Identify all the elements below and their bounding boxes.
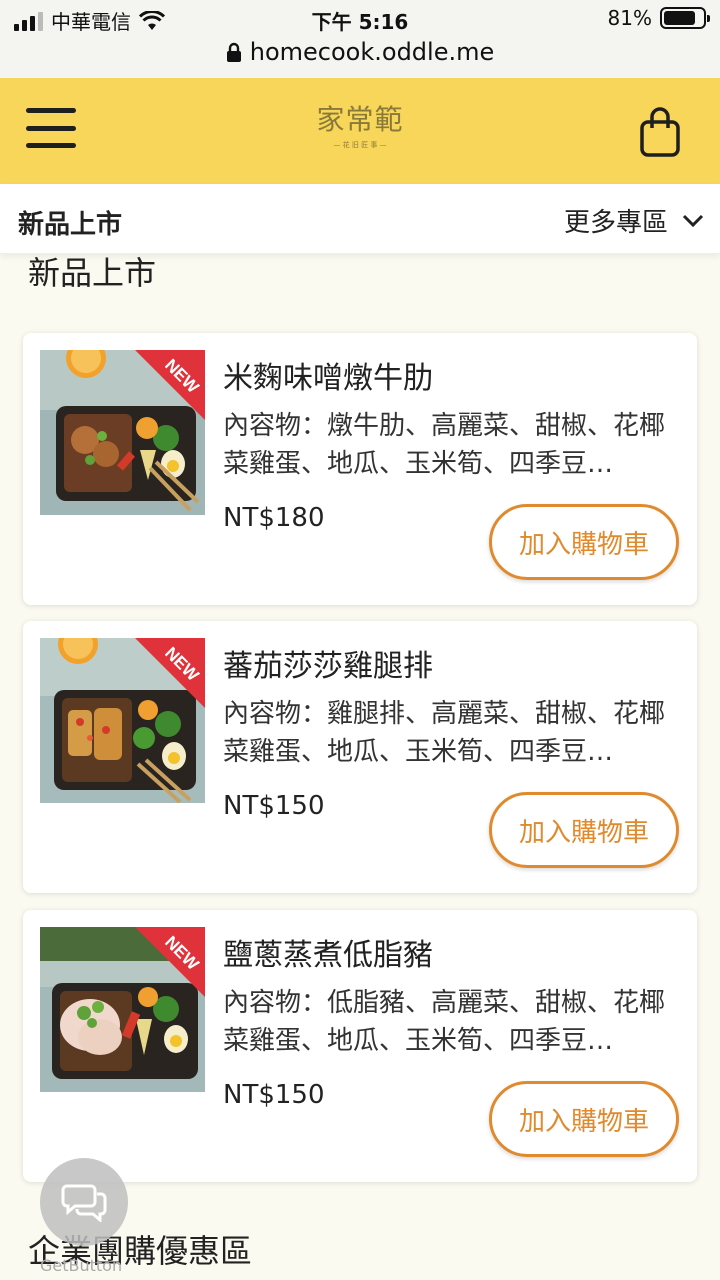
getbutton-label: GetButton [40, 1256, 123, 1275]
product-card[interactable]: NEW 鹽蔥蒸煮低脂豬 內容物：低脂豬、高麗菜、甜椒、花椰菜雞蛋、地瓜、玉米筍、… [23, 910, 697, 1182]
product-image[interactable]: NEW [40, 638, 205, 803]
product-description: 內容物：低脂豬、高麗菜、甜椒、花椰菜雞蛋、地瓜、玉米筍、四季豆… [223, 988, 666, 1056]
food-photo-icon: NEW [40, 638, 205, 803]
status-right: 81% [607, 6, 710, 30]
logo-text: 家常範 [316, 103, 404, 136]
product-image[interactable]: NEW [40, 927, 205, 1092]
product-price: NT$150 [223, 1080, 325, 1110]
url-text: homecook.oddle.me [249, 38, 495, 66]
add-to-cart-button[interactable]: 加入購物車 [489, 1081, 679, 1157]
shopping-bag-icon[interactable] [638, 106, 682, 158]
menu-icon[interactable] [26, 108, 76, 148]
more-categories-label: 更多專區 [563, 208, 668, 238]
chat-bubbles-icon [61, 1184, 107, 1222]
food-photo-icon: NEW [40, 350, 205, 515]
status-bar: 中華電信 下午 5:16 81% homecook.oddle.me [0, 0, 720, 78]
carrier-label: 中華電信 [51, 10, 131, 34]
battery-icon [660, 7, 710, 29]
product-name[interactable]: 米麴味噌燉牛肋 [223, 353, 433, 397]
signal-icon [14, 11, 43, 31]
add-to-cart-button[interactable]: 加入購物車 [489, 504, 679, 580]
current-category[interactable]: 新品上市 [18, 204, 122, 241]
product-card[interactable]: NEW 蕃茄莎莎雞腿排 內容物：雞腿排、高麗菜、甜椒、花椰菜雞蛋、地瓜、玉米筍、… [23, 621, 697, 893]
status-left: 中華電信 [14, 6, 165, 35]
chevron-down-icon [682, 214, 704, 227]
logo-subtext: — 花 旧 匠 事 — [333, 141, 387, 149]
product-card[interactable]: NEW 米麴味噌燉牛肋 內容物：燉牛肋、高麗菜、甜椒、花椰菜雞蛋、地瓜、玉米筍、… [23, 333, 697, 605]
product-description: 內容物：雞腿排、高麗菜、甜椒、花椰菜雞蛋、地瓜、玉米筍、四季豆… [223, 699, 666, 767]
battery-percent: 81% [607, 6, 652, 30]
product-price: NT$150 [223, 791, 325, 821]
product-name[interactable]: 鹽蔥蒸煮低脂豬 [223, 930, 433, 974]
more-categories-dropdown[interactable]: 更多專區 [564, 202, 704, 239]
lock-icon [226, 42, 241, 62]
site-header: 家常範 — 花 旧 匠 事 — [0, 78, 720, 184]
product-name[interactable]: 蕃茄莎莎雞腿排 [223, 641, 433, 685]
section-title: 新品上市 [28, 254, 157, 292]
category-nav: 新品上市 更多專區 [0, 184, 720, 254]
product-price: NT$180 [223, 503, 325, 533]
chat-button[interactable] [40, 1158, 128, 1246]
product-description: 內容物：燉牛肋、高麗菜、甜椒、花椰菜雞蛋、地瓜、玉米筍、四季豆… [223, 411, 666, 479]
add-to-cart-button[interactable]: 加入購物車 [489, 792, 679, 868]
site-logo[interactable]: 家常範 — 花 旧 匠 事 — [310, 98, 410, 160]
food-photo-icon: NEW [40, 927, 205, 1092]
url-bar[interactable]: homecook.oddle.me [0, 34, 720, 70]
wifi-icon [139, 10, 165, 30]
product-image[interactable]: NEW [40, 350, 205, 515]
